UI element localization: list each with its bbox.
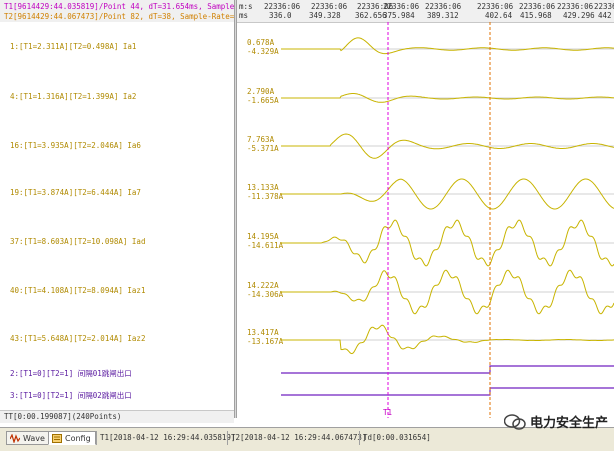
tick-bottom: 362.656: [355, 11, 387, 20]
digital-trace-1: [281, 365, 614, 374]
tick-top: 22336:06: [383, 2, 420, 11]
time-span-status: TT[0:00.199087](240Points): [0, 410, 234, 423]
tick-top: 22336:06: [477, 2, 514, 11]
cursor-info-header: T1[9614429:44.035819]/Point 44, dT=31.65…: [0, 0, 257, 23]
tab-wave[interactable]: Wave: [6, 431, 50, 445]
config-icon: [52, 434, 62, 443]
channel-label-ia7[interactable]: 19:[T1=3.874A][T2=6.444A] Ia7: [10, 188, 141, 197]
t2-cursor-info: T2[9614429:44.067473]/Point 82, dT=38, S…: [4, 12, 257, 21]
tick-top: 22336:06: [425, 2, 462, 11]
tick-bottom: 349.328: [309, 11, 341, 20]
tick-top: 22336:06: [311, 2, 348, 11]
tick-bottom: 402.64: [485, 11, 513, 20]
tab-config[interactable]: Config: [48, 431, 96, 445]
wechat-icon: [503, 413, 526, 430]
tab-wave-label: Wave: [23, 434, 45, 443]
status-t1-time: T1[2018-04-12 16:29:44.035819]: [96, 431, 235, 445]
status-t2-time: T2[2018-04-12 16:29:44.067473]: [227, 431, 366, 445]
time-unit-bottom: ms: [239, 11, 249, 20]
waveform-ia1: [281, 37, 614, 55]
tick-bottom: 429.296: [563, 11, 595, 20]
tick-bottom: 375.984: [383, 11, 415, 20]
tick-top: 22336:06: [519, 2, 556, 11]
time-span-text: TT[0:00.199087](240Points): [4, 412, 122, 421]
channel-label-ia2[interactable]: 4:[T1=1.316A][T2=1.399A] Ia2: [10, 92, 136, 101]
channel-label-ia6[interactable]: 16:[T1=3.935A][T2=2.046A] Ia6: [10, 141, 141, 150]
channel-label-iad[interactable]: 37:[T1=8.603A][T2=10.098A] Iad: [10, 237, 145, 246]
t1-cursor-info: T1[9614429:44.035819]/Point 44, dT=31.65…: [4, 2, 257, 11]
time-axis-header: m:s ms 22336:06 336.0 22336:06 349.328 2…: [237, 0, 614, 23]
waveform-panel[interactable]: m:s ms 22336:06 336.0 22336:06 349.328 2…: [237, 0, 614, 418]
wave-icon: [10, 434, 20, 443]
waveform-canvas[interactable]: [237, 22, 614, 418]
tab-config-label: Config: [65, 434, 91, 443]
t1-cursor-marker[interactable]: T1: [383, 408, 392, 417]
digital-label-2[interactable]: 3:[T1=0][T2=1] 间隔02跳闸出口: [10, 390, 132, 401]
digital-label-1[interactable]: 2:[T1=0][T2=1] 间隔01跳闸出口: [10, 368, 132, 379]
tick-bottom: 336.0: [269, 11, 292, 20]
tick-top: 22336:06: [594, 2, 614, 11]
watermark-text: 电力安全生产: [529, 416, 608, 431]
channel-label-panel: 1:[T1=2.311A][T2=0.498A] Ia1 4:[T1=1.316…: [0, 22, 234, 410]
status-td-time: Td[0:00.031654]: [359, 431, 431, 445]
tick-top: 22336:06: [264, 2, 301, 11]
tick-bottom: 415.968: [520, 11, 552, 20]
channel-label-ia1[interactable]: 1:[T1=2.311A][T2=0.498A] Ia1: [10, 42, 136, 51]
digital-trace-2: [281, 387, 614, 396]
channel-label-iaz2[interactable]: 43:[T1=5.648A][T2=2.014A] Iaz2: [10, 334, 145, 343]
channel-label-iaz1[interactable]: 40:[T1=4.108A][T2=8.094A] Iaz1: [10, 286, 145, 295]
tick-top: 22336:06: [557, 2, 594, 11]
time-unit-top: m:s: [239, 2, 253, 11]
tick-bottom: 442: [598, 11, 612, 20]
tick-bottom: 389.312: [427, 11, 459, 20]
watermark-logo: 电力安全生产: [503, 412, 608, 431]
waveform-iaz2: [281, 324, 614, 355]
waveform-viewer-window: T1[9614429:44.035819]/Point 44, dT=31.65…: [0, 0, 614, 451]
